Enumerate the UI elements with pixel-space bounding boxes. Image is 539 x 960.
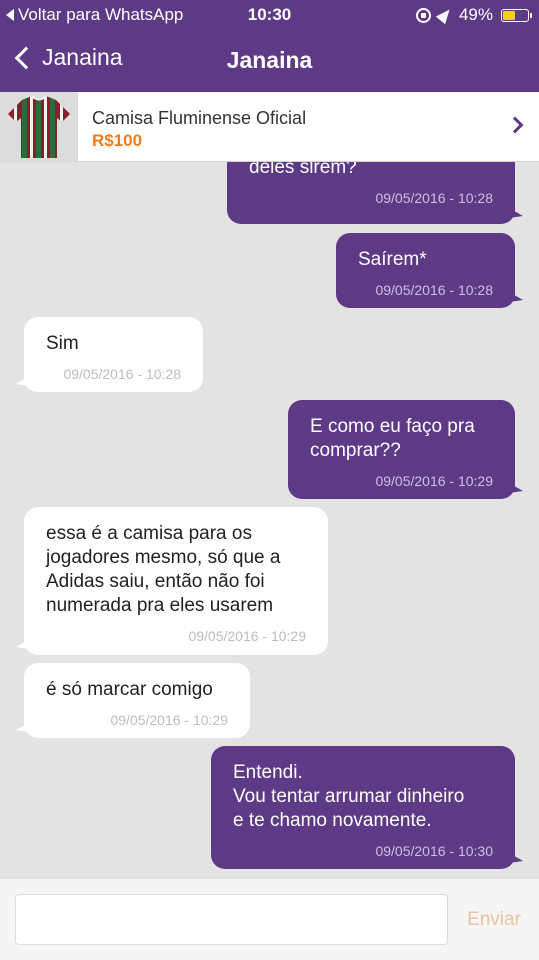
message-text: Saírem*	[358, 249, 427, 270]
message-text: Sim	[46, 333, 79, 354]
product-name: Camisa Fluminense Oficial	[92, 108, 307, 128]
header: Voltar para WhatsApp 10:30 49% Janaina J…	[0, 0, 539, 92]
message-timestamp: 09/05/2016 - 10:29	[375, 473, 493, 489]
message-timestamp: 09/05/2016 - 10:29	[110, 712, 228, 728]
message-list[interactable]: deles slrem? 09/05/2016 - 10:28 Saírem* …	[0, 162, 539, 878]
message-bubble-sent: E como eu faço pra comprar?? 09/05/2016 …	[288, 400, 523, 499]
message-text: Entendi. Vou tentar arrumar dinheiro e t…	[233, 762, 465, 831]
message-bubble-sent: Saírem* 09/05/2016 - 10:28	[336, 233, 523, 308]
message-text: essa é a camisa para os jogadores mesmo,…	[46, 523, 281, 616]
message-timestamp: 09/05/2016 - 10:28	[375, 282, 493, 298]
message-bubble-received: Sim 09/05/2016 - 10:28	[16, 317, 203, 392]
product-price: R$100	[92, 131, 143, 150]
composer-bar: Enviar	[0, 878, 539, 960]
status-bar: Voltar para WhatsApp 10:30 49%	[0, 0, 539, 30]
message-text: deles slrem?	[249, 162, 357, 178]
message-bubble-received: essa é a camisa para os jogadores mesmo,…	[16, 507, 328, 655]
battery-icon	[501, 8, 532, 22]
product-thumbnail	[0, 92, 78, 162]
rotation-lock-icon	[415, 7, 431, 23]
battery-tip	[530, 12, 532, 18]
message-timestamp: 09/05/2016 - 10:30	[375, 843, 493, 859]
nav-bar: Janaina Janaina	[0, 38, 539, 84]
message-timestamp: 09/05/2016 - 10:29	[188, 628, 306, 644]
message-bubble-sent: Entendi. Vou tentar arrumar dinheiro e t…	[211, 746, 523, 869]
message-text: é só marcar comigo	[46, 679, 213, 700]
location-arrow-icon	[435, 5, 455, 25]
battery-fill	[503, 10, 515, 20]
message-input[interactable]	[15, 894, 448, 945]
battery-percentage: 49%	[458, 5, 493, 24]
status-indicators: 49%	[415, 5, 532, 25]
chevron-right-icon	[506, 116, 524, 134]
product-banner[interactable]: Camisa Fluminense Oficial R$100	[0, 92, 539, 162]
message-bubble-received: é só marcar comigo 09/05/2016 - 10:29	[16, 663, 250, 738]
conversation-title: Janaina	[226, 47, 313, 73]
message-bubble-sent: deles slrem? 09/05/2016 - 10:28	[227, 162, 523, 224]
message-timestamp: 09/05/2016 - 10:28	[375, 190, 493, 206]
send-button[interactable]: Enviar	[454, 894, 534, 945]
message-text: E como eu faço pra comprar??	[310, 416, 475, 461]
message-timestamp: 09/05/2016 - 10:28	[63, 366, 181, 382]
jersey-image	[0, 92, 78, 162]
